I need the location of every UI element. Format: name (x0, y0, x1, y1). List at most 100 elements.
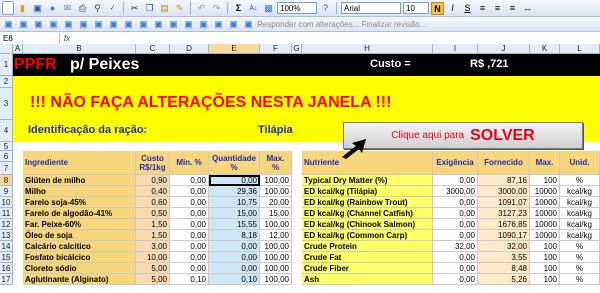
review-actions-text[interactable]: Responder com alterações... Finalizar re… (257, 20, 426, 29)
ingredient-custo-cell[interactable]: 0,90 (136, 175, 170, 186)
ingredient-min-cell[interactable]: 0,00 (170, 263, 209, 274)
format-painter-icon[interactable]: ✎ (173, 2, 186, 15)
review-icon-10[interactable]: ▣ (137, 18, 150, 31)
review-icon-11[interactable]: ▣ (152, 18, 165, 31)
column-header[interactable]: G (292, 44, 302, 54)
ingredient-max-cell[interactable]: 12,00 (260, 230, 292, 241)
review-icon-1[interactable]: ▣ (2, 18, 15, 31)
row-header[interactable]: 13 (0, 230, 13, 241)
nutrient-max-cell[interactable]: 100 (530, 274, 560, 285)
column-header[interactable]: D (170, 44, 209, 54)
row-header[interactable]: 12 (0, 219, 13, 230)
column-header[interactable]: F (260, 44, 292, 54)
row-header[interactable]: 11 (0, 208, 13, 219)
row-header[interactable]: 15 (0, 252, 13, 263)
column-header[interactable]: J (478, 44, 530, 54)
row-header[interactable]: 4 (0, 120, 13, 142)
nutrient-exigencia-cell[interactable]: 0,00 (433, 263, 478, 274)
ingredient-min-cell[interactable]: 0,00 (170, 252, 209, 263)
nutrient-exigencia-cell[interactable]: 3000,00 (433, 186, 478, 197)
nutrient-exigencia-cell[interactable]: 32,00 (433, 241, 478, 252)
row-header[interactable]: 9 (0, 186, 13, 197)
ingredient-min-cell[interactable]: 0,00 (170, 175, 209, 186)
row-header[interactable]: 7 (0, 162, 13, 175)
underline-icon[interactable]: S (461, 2, 474, 15)
select-all-corner[interactable] (0, 44, 13, 54)
row-header[interactable]: 8 (0, 175, 13, 186)
merge-center-icon[interactable]: ↔ (521, 2, 534, 15)
ingredient-min-cell[interactable]: 0,00 (170, 208, 209, 219)
row-header[interactable]: 5 (0, 142, 13, 151)
ingredient-custo-cell[interactable]: 3,00 (136, 241, 170, 252)
nutrient-exigencia-cell[interactable]: 0,00 (433, 274, 478, 285)
review-icon-4[interactable]: ▣ (47, 18, 60, 31)
review-icon-8[interactable]: ▣ (107, 18, 120, 31)
ingredient-quantidade-cell[interactable]: 15,55 (209, 219, 260, 230)
ingredient-custo-cell[interactable]: 0,50 (136, 208, 170, 219)
new-file-icon[interactable] (2, 1, 14, 15)
align-center-icon[interactable]: ≡ (491, 2, 504, 15)
fx-icon[interactable]: fx (60, 34, 74, 43)
autosum-icon[interactable]: Σ (232, 2, 245, 15)
ident-value[interactable]: Tilápia (258, 124, 293, 136)
ingredient-max-cell[interactable]: 15,00 (260, 208, 292, 219)
ingredient-max-cell[interactable]: 100,00 (260, 241, 292, 252)
nutrient-max-cell[interactable]: 100 (530, 263, 560, 274)
print-icon[interactable]: ⎙ (76, 2, 89, 15)
font-family-select[interactable]: Arial (341, 2, 401, 14)
ingredient-quantidade-cell[interactable]: 8,18 (209, 230, 260, 241)
redo-icon[interactable]: ↷ (210, 2, 223, 15)
ingredient-quantidade-cell[interactable]: 10,75 (209, 197, 260, 208)
formula-input[interactable] (74, 33, 600, 44)
italic-icon[interactable]: I (446, 2, 459, 15)
nutrient-max-cell[interactable]: 10000 (530, 208, 560, 219)
row-header[interactable]: 17 (0, 274, 13, 285)
nutrient-max-cell[interactable]: 10000 (530, 186, 560, 197)
review-icon-2[interactable]: ▣ (17, 18, 30, 31)
email-icon[interactable]: ✉ (61, 2, 74, 15)
ingredient-quantidade-cell[interactable]: 0,00 (209, 252, 260, 263)
align-right-icon[interactable]: ≡ (506, 2, 519, 15)
review-icon-17[interactable]: ▣ (242, 18, 255, 31)
column-header[interactable]: I (433, 44, 478, 54)
nutrient-max-cell[interactable]: 10000 (530, 219, 560, 230)
review-icon-5[interactable]: ▣ (62, 18, 75, 31)
bold-button[interactable]: N (431, 1, 444, 15)
spelling-icon[interactable]: ✓ (106, 2, 119, 15)
row-header[interactable]: 14 (0, 241, 13, 252)
ingredient-min-cell[interactable]: 0,00 (170, 197, 209, 208)
ingredient-custo-cell[interactable]: 10,00 (136, 252, 170, 263)
paste-icon[interactable]: ▤ (158, 2, 171, 15)
nutrient-exigencia-cell[interactable]: 0,00 (433, 208, 478, 219)
ingredient-quantidade-cell[interactable]: 0,10 (209, 274, 260, 285)
ingredient-max-cell[interactable]: 100,00 (260, 175, 292, 186)
column-header[interactable]: B (23, 44, 136, 54)
column-header[interactable]: K (530, 44, 560, 54)
ingredient-custo-cell[interactable]: 5,00 (136, 263, 170, 274)
ingredient-max-cell[interactable]: 100,00 (260, 252, 292, 263)
review-icon-9[interactable]: ▣ (122, 18, 135, 31)
save-icon[interactable]: ▣ (31, 2, 44, 15)
column-header[interactable]: A (13, 44, 23, 54)
nutrient-exigencia-cell[interactable]: 0,00 (433, 219, 478, 230)
zoom-select[interactable]: 100% (277, 2, 317, 14)
copy-icon[interactable]: ❐ (143, 2, 156, 15)
print-preview-icon[interactable]: ⚲ (91, 2, 104, 15)
ingredient-min-cell[interactable]: 0,00 (170, 219, 209, 230)
ingredient-quantidade-cell[interactable]: 0,00 (209, 263, 260, 274)
ingredient-custo-cell[interactable]: 0,60 (136, 197, 170, 208)
row-header[interactable]: 6 (0, 151, 13, 162)
review-icon-3[interactable]: ▣ (32, 18, 45, 31)
review-icon-12[interactable]: ▣ (167, 18, 180, 31)
ingredient-min-cell[interactable]: 0,00 (170, 186, 209, 197)
review-icon-7[interactable]: ▣ (92, 18, 105, 31)
open-folder-icon[interactable]: ▮ (16, 2, 29, 15)
ingredient-max-cell[interactable]: 100,00 (260, 219, 292, 230)
sort-ascending-icon[interactable]: A↓ (247, 2, 260, 15)
row-header[interactable]: 10 (0, 197, 13, 208)
help-icon[interactable]: ? (319, 2, 332, 15)
column-header[interactable]: E (209, 44, 260, 54)
nutrient-exigencia-cell[interactable]: 0,00 (433, 252, 478, 263)
row-header[interactable]: 2 (0, 76, 13, 88)
ingredient-custo-cell[interactable]: 1,50 (136, 230, 170, 241)
